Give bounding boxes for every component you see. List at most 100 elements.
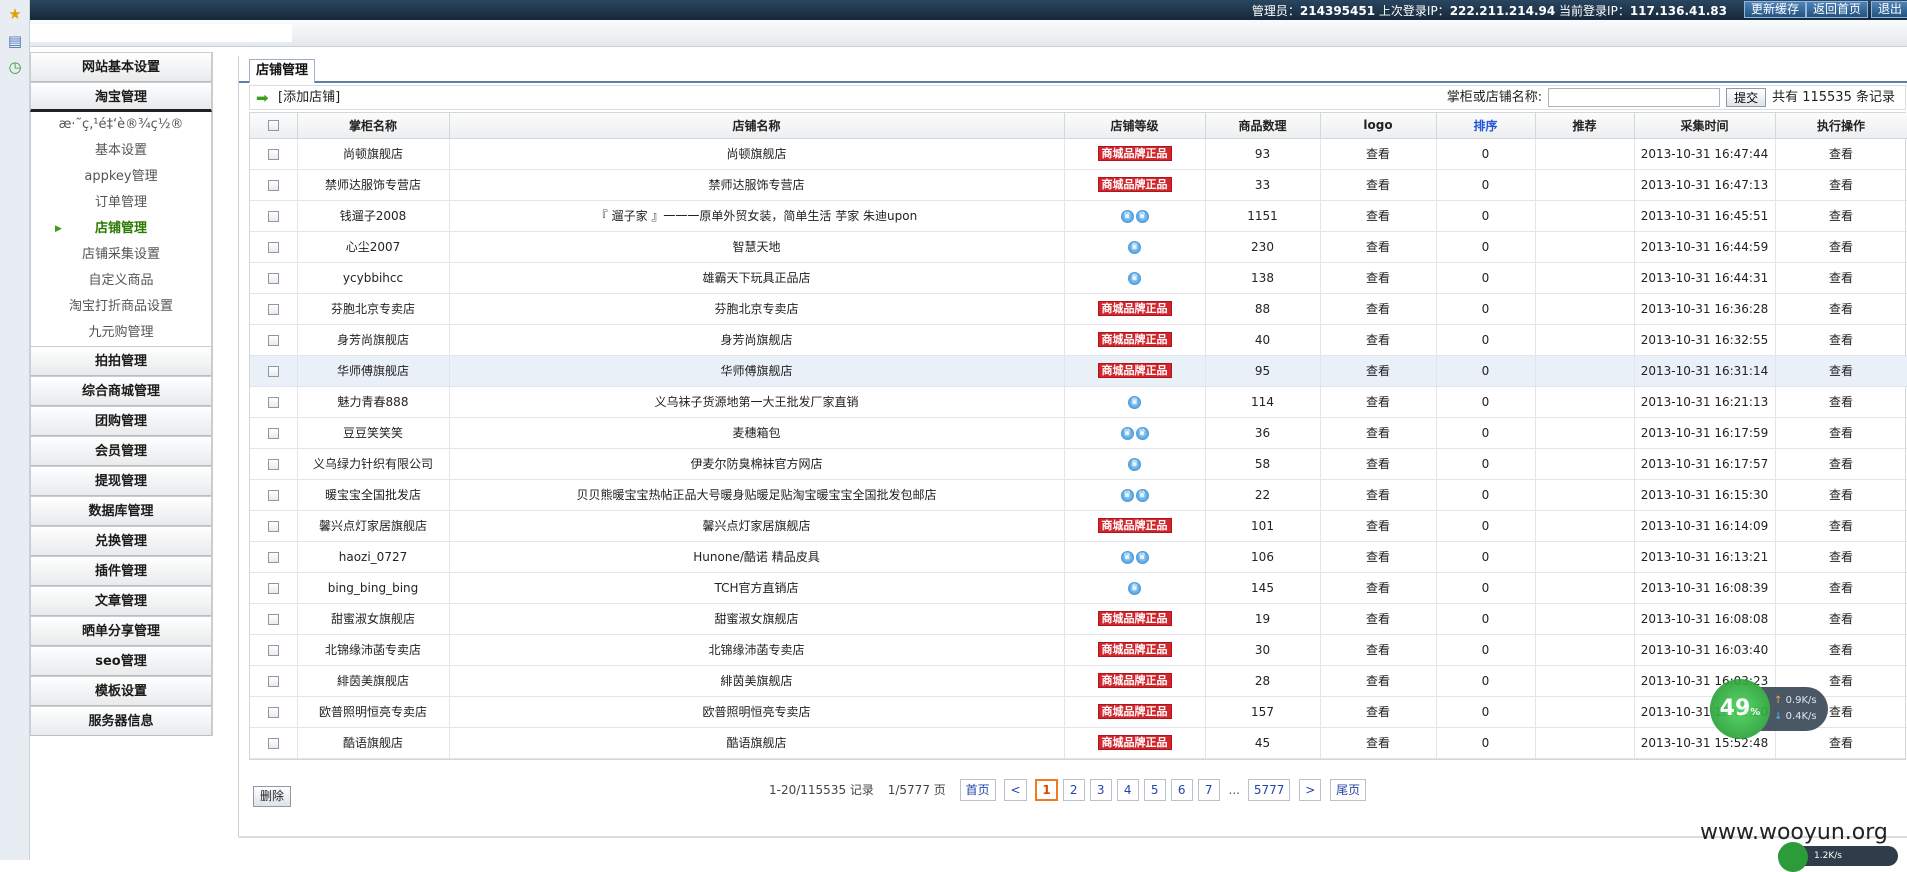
- add-shop-link[interactable]: ➡ [添加店铺]: [256, 88, 340, 108]
- view-action-link[interactable]: 查看: [1775, 324, 1907, 356]
- network-speed-widget[interactable]: 49% ↑ 0.9K/s ↓ 0.4K/s: [1710, 679, 1828, 739]
- menu-members[interactable]: 会员管理: [30, 436, 212, 466]
- menu-templates[interactable]: 模板设置: [30, 676, 212, 706]
- logo-view-link[interactable]: 查看: [1320, 572, 1437, 604]
- view-action-link[interactable]: 查看: [1775, 169, 1907, 201]
- row-checkbox[interactable]: [267, 582, 279, 594]
- logo-view-link[interactable]: 查看: [1320, 727, 1437, 759]
- menu-taobao[interactable]: 淘宝管理: [30, 82, 212, 112]
- table-row[interactable]: 义乌绿力针织有限公司 伊麦尔防臭棉袜官方网店 ♛ 58 查看 0 2013-10-31 16…: [250, 448, 1907, 480]
- logo-view-link[interactable]: 查看: [1320, 293, 1437, 325]
- row-checkbox[interactable]: [267, 737, 279, 749]
- page-number-3[interactable]: 3: [1089, 779, 1112, 801]
- delete-button[interactable]: 删除: [253, 786, 292, 807]
- row-checkbox[interactable]: [267, 706, 279, 718]
- menu-mall[interactable]: 综合商城管理: [30, 376, 212, 406]
- menu-site-settings[interactable]: 网站基本设置: [30, 52, 212, 82]
- col-level[interactable]: 店铺等级: [1064, 113, 1206, 139]
- search-input[interactable]: [1548, 88, 1721, 107]
- book-icon[interactable]: ▤: [6, 32, 24, 50]
- row-checkbox[interactable]: [267, 241, 279, 253]
- row-checkbox[interactable]: [267, 520, 279, 532]
- clock-icon[interactable]: ◷: [6, 58, 24, 76]
- row-checkbox[interactable]: [267, 334, 279, 346]
- col-shop[interactable]: 店铺名称: [449, 113, 1065, 139]
- view-action-link[interactable]: 查看: [1775, 510, 1907, 542]
- logo-view-link[interactable]: 查看: [1320, 510, 1437, 542]
- logo-view-link[interactable]: 查看: [1320, 355, 1437, 387]
- menu-server-info[interactable]: 服务器信息: [30, 706, 212, 736]
- logo-view-link[interactable]: 查看: [1320, 634, 1437, 666]
- table-row[interactable]: 尚顿旗舰店 尚顿旗舰店 商城品牌正品 93 查看 0 2013-10-31 16:47:44…: [250, 138, 1907, 170]
- menu-exchange[interactable]: 兑换管理: [30, 526, 212, 556]
- table-row[interactable]: 馨兴点灯家居旗舰店 馨兴点灯家居旗舰店 商城品牌正品 101 查看 0 2013-10-31…: [250, 510, 1907, 542]
- menu-share[interactable]: 晒单分享管理: [30, 616, 212, 646]
- sidebar-item-appkey[interactable]: appkey管理: [31, 164, 211, 190]
- next-page-button[interactable]: >: [1299, 779, 1322, 801]
- view-action-link[interactable]: 查看: [1775, 727, 1907, 759]
- table-row[interactable]: 緋茵美旗舰店 緋茵美旗舰店 商城品牌正品 28 查看 0 2013-10-31 16:03:…: [250, 665, 1907, 697]
- row-checkbox[interactable]: [267, 551, 279, 563]
- page-number-7[interactable]: 7: [1197, 779, 1220, 801]
- row-checkbox[interactable]: [267, 396, 279, 408]
- logo-view-link[interactable]: 查看: [1320, 386, 1437, 418]
- view-action-link[interactable]: 查看: [1775, 231, 1907, 263]
- col-recommend[interactable]: 推荐: [1535, 113, 1635, 139]
- row-checkbox[interactable]: [267, 675, 279, 687]
- view-action-link[interactable]: 查看: [1775, 541, 1907, 573]
- row-checkbox[interactable]: [267, 179, 279, 191]
- table-row[interactable]: ycybbihcc 雄霸天下玩具正品店 ♛ 138 查看 0 2013-10-31 16:4…: [250, 262, 1907, 294]
- logout-button[interactable]: 退出: [1870, 1, 1907, 18]
- logo-view-link[interactable]: 查看: [1320, 696, 1437, 728]
- logo-view-link[interactable]: 查看: [1320, 479, 1437, 511]
- menu-group-buy[interactable]: 团购管理: [30, 406, 212, 436]
- col-count[interactable]: 商品数理: [1205, 113, 1321, 139]
- menu-plugins[interactable]: 插件管理: [30, 556, 212, 586]
- row-checkbox[interactable]: [267, 303, 279, 315]
- menu-articles[interactable]: 文章管理: [30, 586, 212, 616]
- sidebar-item-orders[interactable]: 订单管理: [31, 190, 211, 216]
- view-action-link[interactable]: 查看: [1775, 386, 1907, 418]
- row-checkbox[interactable]: [267, 613, 279, 625]
- logo-view-link[interactable]: 查看: [1320, 324, 1437, 356]
- logo-view-link[interactable]: 查看: [1320, 541, 1437, 573]
- view-action-link[interactable]: 查看: [1775, 355, 1907, 387]
- table-row[interactable]: 酷语旗舰店 酷语旗舰店 商城品牌正品 45 查看 0 2013-10-31 15:52:48…: [250, 727, 1907, 759]
- page-number-6[interactable]: 6: [1170, 779, 1193, 801]
- first-page-button[interactable]: 首页: [959, 779, 996, 801]
- logo-view-link[interactable]: 查看: [1320, 603, 1437, 635]
- row-checkbox[interactable]: [267, 644, 279, 656]
- row-checkbox[interactable]: [267, 365, 279, 377]
- menu-paipai[interactable]: 拍拍管理: [30, 346, 212, 376]
- menu-withdraw[interactable]: 提现管理: [30, 466, 212, 496]
- table-row[interactable]: haozi_0727 Hunone/酷诺 精品皮具 ♛ ♛ 106 查看 0 2013-10-…: [250, 541, 1907, 573]
- table-row[interactable]: 禁师达服饰专营店 禁师达服饰专营店 商城品牌正品 33 查看 0 2013-10-31 16…: [250, 169, 1907, 201]
- sidebar-item-basic[interactable]: 基本设置: [31, 138, 211, 164]
- update-cache-button[interactable]: 更新缓存: [1743, 1, 1806, 18]
- table-row[interactable]: 欧普照明恒亮专卖店 欧普照明恒亮专卖店 商城品牌正品 157 查看 0 2013-10-31…: [250, 696, 1907, 728]
- view-action-link[interactable]: 查看: [1775, 479, 1907, 511]
- view-action-link[interactable]: 查看: [1775, 634, 1907, 666]
- table-row[interactable]: 华师傅旗舰店 华师傅旗舰店 商城品牌正品 95 查看 0 2013-10-31 16:31:…: [250, 355, 1907, 387]
- col-logo[interactable]: logo: [1320, 113, 1437, 139]
- table-row[interactable]: bing_bing_bing TCH官方直销店 ♛ 145 查看 0 2013-10-31 …: [250, 572, 1907, 604]
- logo-view-link[interactable]: 查看: [1320, 417, 1437, 449]
- table-row[interactable]: 身芳尚旗舰店 身芳尚旗舰店 商城品牌正品 40 查看 0 2013-10-31 16:32:…: [250, 324, 1907, 356]
- view-action-link[interactable]: 查看: [1775, 293, 1907, 325]
- view-action-link[interactable]: 查看: [1775, 200, 1907, 232]
- sidebar-item-discount[interactable]: 淘宝打折商品设置: [31, 294, 211, 320]
- sidebar-item-nine-yuan[interactable]: 九元购管理: [31, 320, 211, 346]
- table-row[interactable]: 豆豆笑笑笑 麦穗箱包 ♛ ♛ 36 查看 0 2013-10-31 16:17:59 查看: [250, 417, 1907, 449]
- menu-database[interactable]: 数据库管理: [30, 496, 212, 526]
- return-home-button[interactable]: 返回首页: [1805, 1, 1868, 18]
- table-row[interactable]: 心尘2007 智慧天地 ♛ 230 查看 0 2013-10-31 16:44:59 查看: [250, 231, 1907, 263]
- col-collect-time[interactable]: 采集时间: [1634, 113, 1776, 139]
- sidebar-item-shop-collect[interactable]: 店铺采集设置: [31, 242, 211, 268]
- sidebar-item-shops[interactable]: ▶ 店铺管理: [31, 216, 211, 242]
- logo-view-link[interactable]: 查看: [1320, 138, 1437, 170]
- star-icon[interactable]: ★: [6, 5, 24, 23]
- page-last-number[interactable]: 5777: [1247, 779, 1291, 801]
- row-checkbox[interactable]: [267, 489, 279, 501]
- table-row[interactable]: 芬胞北京专卖店 芬胞北京专卖店 商城品牌正品 88 查看 0 2013-10-31 16:3…: [250, 293, 1907, 325]
- table-row[interactable]: 钱遛子2008 『 遛子家 』一一一原单外贸女装，简单生活 芋家 朱迪upon ♛ ♛…: [250, 200, 1907, 232]
